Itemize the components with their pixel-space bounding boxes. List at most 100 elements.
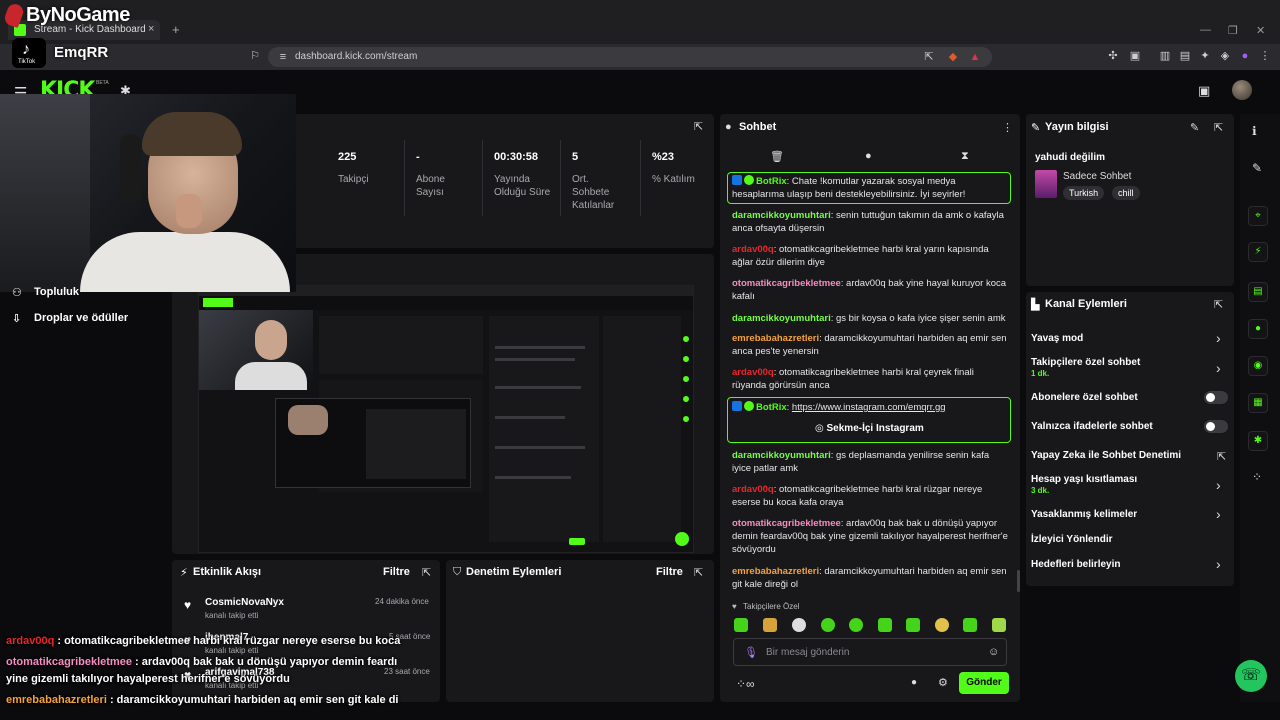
vpn-icon[interactable]: ◈: [1218, 49, 1232, 63]
action-ai-moderation[interactable]: Yapay Zeka ile Sohbet Denetimi: [1031, 450, 1181, 461]
emote-only-toggle[interactable]: [1204, 420, 1228, 433]
emote[interactable]: [992, 618, 1006, 632]
user-avatar[interactable]: [1232, 80, 1252, 100]
brave-rewards-icon[interactable]: ▲: [968, 50, 982, 64]
tag-chip[interactable]: chill: [1112, 186, 1140, 200]
chat-username[interactable]: otomatikcagribekletmee: [732, 278, 841, 289]
activity-filter-button[interactable]: Filtre: [383, 566, 410, 578]
dashboard-mode-icon[interactable]: ▣: [1198, 83, 1210, 99]
chat-username[interactable]: daramcikkoyumuhtari: [732, 313, 831, 324]
action-slow-mode[interactable]: Yavaş mod: [1031, 333, 1083, 344]
subscribers-only-toggle[interactable]: [1204, 391, 1228, 404]
gear-icon[interactable]: ⚙: [938, 676, 948, 689]
tab-close-icon[interactable]: ×: [148, 23, 154, 35]
bookmark-icon[interactable]: ⚐: [248, 49, 262, 63]
chat-scrollbar[interactable]: [1017, 570, 1020, 592]
chat-input[interactable]: 🎙 Bir mesaj gönderin ☺: [733, 638, 1007, 666]
external-link-icon[interactable]: ⇱: [1217, 450, 1226, 463]
chat-username[interactable]: BotRix: [756, 176, 787, 187]
chat-username[interactable]: emrebabahazretleri: [732, 333, 819, 344]
action-subscribers-only[interactable]: Abonelere özel sohbet: [1031, 392, 1138, 403]
emoji-icon[interactable]: ☺: [988, 646, 999, 658]
extensions-icon[interactable]: ✣: [1106, 49, 1120, 63]
rail-focus-icon[interactable]: ⌖: [1248, 206, 1268, 226]
popout-icon[interactable]: ⇱: [422, 566, 431, 579]
info-icon[interactable]: ℹ: [1252, 124, 1257, 138]
action-banned-words[interactable]: Yasaklanmış kelimeler: [1031, 509, 1137, 520]
chat-more-icon[interactable]: ⋮: [1002, 121, 1013, 134]
minimize-icon[interactable]: —: [1200, 24, 1211, 36]
site-info-icon[interactable]: ≡: [276, 50, 290, 64]
browser-menu-icon[interactable]: ⋮: [1258, 49, 1272, 63]
rail-layout-icon[interactable]: ▦: [1248, 393, 1268, 413]
rail-broadcast-icon[interactable]: ◉: [1248, 356, 1268, 376]
share-icon[interactable]: ⇱: [922, 50, 936, 64]
chevron-right-icon[interactable]: ›: [1216, 506, 1221, 522]
chat-username[interactable]: ardav00q: [732, 367, 774, 378]
feed-name[interactable]: CosmicNovaNyx: [205, 597, 284, 608]
popout-icon[interactable]: ⇱: [694, 120, 703, 133]
chat-username[interactable]: ardav00q: [732, 484, 774, 495]
chat-username[interactable]: daramcikkoyumuhtari: [732, 450, 831, 461]
chat-username[interactable]: otomatikcagribekletmee: [732, 518, 841, 529]
microphone-icon[interactable]: 🎙: [744, 646, 758, 659]
moderation-filter-button[interactable]: Filtre: [656, 566, 683, 578]
nav-item-topluluk[interactable]: Topluluk: [34, 286, 79, 298]
category-name[interactable]: Sadece Sohbet: [1063, 171, 1131, 182]
kick-points-icon[interactable]: ⁘∞: [736, 677, 755, 691]
edit-icon[interactable]: ✎: [1190, 121, 1199, 134]
chat-username[interactable]: BotRix: [756, 402, 787, 413]
chat-username[interactable]: daramcikkoyumuhtari: [732, 210, 831, 221]
emote[interactable]: [849, 618, 863, 632]
trash-icon[interactable]: 🗑: [770, 150, 784, 163]
new-tab-icon[interactable]: +: [172, 22, 180, 37]
rail-lightning-icon[interactable]: ⚡: [1248, 242, 1268, 262]
chat-username[interactable]: emrebabahazretleri: [732, 566, 819, 577]
instagram-link[interactable]: https://www.instagram.com/emqrr.gg: [792, 402, 946, 413]
rail-more-icon[interactable]: ⁘: [1252, 470, 1262, 484]
chevron-right-icon[interactable]: ›: [1216, 477, 1221, 493]
emote[interactable]: [821, 618, 835, 632]
action-followers-only[interactable]: Takipçilere özel sohbet: [1031, 357, 1140, 368]
chevron-right-icon[interactable]: ›: [1216, 556, 1221, 572]
popout-icon[interactable]: ⇱: [694, 566, 703, 579]
send-button[interactable]: Gönder: [959, 672, 1009, 694]
action-emote-only[interactable]: Yalnızca ifadelerle sohbet: [1031, 421, 1153, 432]
sidebar-icon[interactable]: ▥: [1158, 49, 1172, 63]
emote[interactable]: [763, 618, 777, 632]
emote[interactable]: [734, 618, 748, 632]
action-set-goals[interactable]: Hedefleri belirleyin: [1031, 559, 1120, 570]
instagram-button[interactable]: ◎ Sekme-İçi Instagram: [815, 423, 924, 434]
chevron-right-icon[interactable]: ›: [1216, 360, 1221, 376]
brave-shield-icon[interactable]: ◆: [946, 50, 960, 64]
emote[interactable]: [963, 618, 977, 632]
url-field[interactable]: ≡ dashboard.kick.com/stream ⇱ ◆ ▲: [268, 47, 992, 67]
chevron-right-icon[interactable]: ›: [1216, 330, 1221, 346]
action-raid[interactable]: İzleyici Yönlendir: [1031, 534, 1113, 545]
profile-icon[interactable]: ●: [1238, 49, 1252, 63]
category-thumbnail[interactable]: [1035, 170, 1057, 198]
help-chat-button[interactable]: ☏: [1235, 660, 1267, 692]
wallet-icon[interactable]: ▤: [1178, 49, 1192, 63]
rail-notes-icon[interactable]: ▤: [1248, 282, 1268, 302]
rail-chat-icon[interactable]: ●: [1248, 319, 1268, 339]
leo-icon[interactable]: ✦: [1198, 49, 1212, 63]
emote[interactable]: [792, 618, 806, 632]
emote[interactable]: [935, 618, 949, 632]
emote[interactable]: [878, 618, 892, 632]
downloads-icon[interactable]: ▣: [1128, 49, 1142, 63]
nav-item-droplar[interactable]: Droplar ve ödüller: [34, 312, 128, 324]
chat-username[interactable]: ardav00q: [732, 244, 774, 255]
popout-icon[interactable]: ⇱: [1214, 121, 1223, 134]
chat-bubble-icon[interactable]: ●: [865, 150, 872, 162]
hourglass-icon[interactable]: ⧗: [961, 150, 969, 163]
maximize-icon[interactable]: ❐: [1228, 24, 1238, 37]
chat-settings-bubble-icon[interactable]: ●: [911, 677, 917, 688]
action-account-age[interactable]: Hesap yaşı kısıtlaması: [1031, 474, 1137, 485]
close-window-icon[interactable]: ✕: [1256, 24, 1265, 37]
pencil-icon[interactable]: ✎: [1252, 161, 1262, 175]
tag-chip[interactable]: Turkish: [1063, 186, 1105, 200]
rail-wrench-icon[interactable]: ✱: [1248, 431, 1268, 451]
emote[interactable]: [906, 618, 920, 632]
popout-icon[interactable]: ⇱: [1214, 298, 1223, 311]
